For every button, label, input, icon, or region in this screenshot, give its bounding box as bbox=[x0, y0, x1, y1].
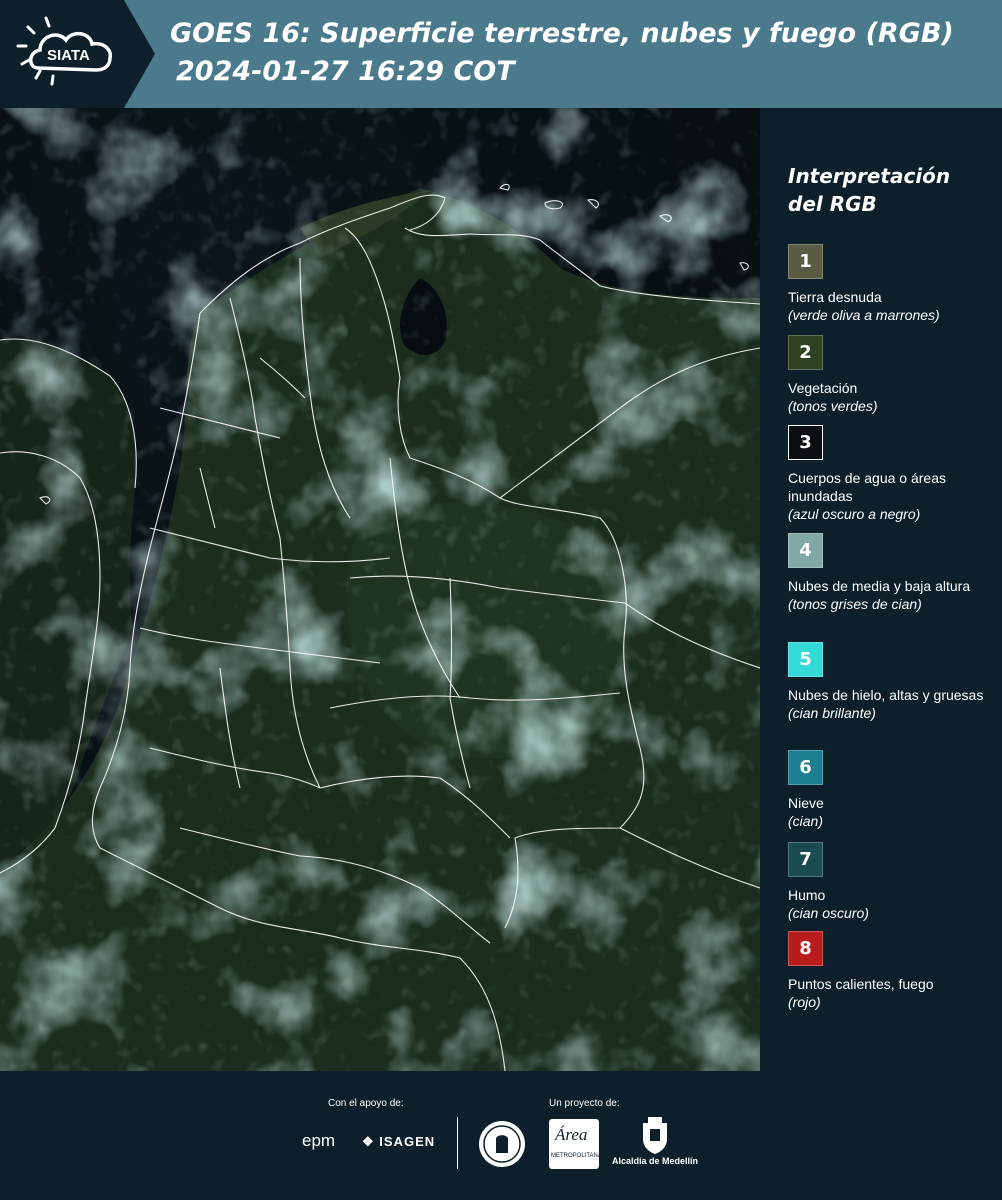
area-metropolitana-logo: Área METROPOLITANA bbox=[549, 1119, 602, 1169]
antioquia-seal-icon bbox=[479, 1121, 525, 1167]
svg-text:SIATA: SIATA bbox=[47, 47, 90, 64]
isagen-label: ISAGEN bbox=[379, 1134, 436, 1149]
timestamp: 2024-01-27 16:29 COT bbox=[176, 56, 515, 87]
isagen-logo: ❖ ISAGEN bbox=[362, 1134, 435, 1150]
epm-logo: epm bbox=[302, 1131, 336, 1150]
legend-swatch: 8 bbox=[788, 931, 823, 966]
legend-item-low-clouds: 4 Nubes de media y baja altura (tonos gr… bbox=[788, 533, 998, 613]
project-label: Un proyecto de: bbox=[549, 1098, 620, 1109]
area-metro-sub: METROPOLITANA bbox=[551, 1153, 602, 1159]
legend-label: Nubes de hielo, altas y gruesas bbox=[788, 687, 984, 703]
legend-item-vegetation: 2 Vegetación (tonos verdes) bbox=[788, 335, 998, 415]
legend-label: Puntos calientes, fuego bbox=[788, 976, 934, 992]
legend-desc: (azul oscuro a negro) bbox=[788, 506, 921, 522]
legend-title: Interpretación del RGB bbox=[788, 164, 951, 216]
legend-desc: (cian oscuro) bbox=[788, 905, 869, 921]
legend-desc: (tonos grises de cian) bbox=[788, 596, 922, 612]
legend-item-ice-clouds: 5 Nubes de hielo, altas y gruesas (cian … bbox=[788, 642, 998, 722]
legend-label: Cuerpos de agua o áreas inundadas bbox=[788, 470, 946, 504]
area-metro-label: Área bbox=[555, 1125, 588, 1144]
legend-desc: (verde oliva a marrones) bbox=[788, 307, 940, 323]
legend-swatch: 5 bbox=[788, 642, 823, 677]
support-label: Con el apoyo de: bbox=[328, 1098, 404, 1109]
sun-cloud-icon: SIATA bbox=[0, 0, 155, 108]
legend-label: Nieve bbox=[788, 795, 824, 811]
legend-swatch: 7 bbox=[788, 842, 823, 877]
legend-panel: Interpretación del RGB 1 Tierra desnuda … bbox=[762, 108, 1002, 1071]
header: SIATA GOES 16: Superficie terrestre, nub… bbox=[0, 0, 1002, 108]
legend-swatch: 3 bbox=[788, 425, 823, 460]
isagen-icon: ❖ bbox=[362, 1134, 375, 1149]
alcaldia-label: Alcaldía de Medellín bbox=[612, 1156, 699, 1166]
legend-swatch: 6 bbox=[788, 750, 823, 785]
legend-label: Nubes de media y baja altura bbox=[788, 578, 971, 594]
legend-label: Tierra desnuda bbox=[788, 289, 882, 305]
legend-swatch: 2 bbox=[788, 335, 823, 370]
legend-swatch: 1 bbox=[788, 244, 823, 279]
legend-desc: (tonos verdes) bbox=[788, 398, 878, 414]
legend-item-snow: 6 Nieve (cian) bbox=[788, 750, 998, 830]
legend-desc: (rojo) bbox=[788, 994, 821, 1010]
legend-item-bare-land: 1 Tierra desnuda (verde oliva a marrones… bbox=[788, 244, 998, 324]
legend-swatch: 4 bbox=[788, 533, 823, 568]
satellite-map bbox=[0, 108, 760, 1071]
legend-label: Vegetación bbox=[788, 380, 858, 396]
legend-label: Humo bbox=[788, 887, 826, 903]
rgb-satellite-image bbox=[0, 108, 760, 1071]
alcaldia-crest-icon bbox=[643, 1117, 667, 1154]
legend-item-fire: 8 Puntos calientes, fuego (rojo) bbox=[788, 931, 998, 1011]
legend-desc: (cian brillante) bbox=[788, 705, 876, 721]
legend-item-water: 3 Cuerpos de agua o áreas inundadas (azu… bbox=[788, 425, 998, 523]
siata-logo: SIATA bbox=[0, 0, 155, 108]
footer: Con el apoyo de: Un proyecto de: epm ❖ I… bbox=[0, 1071, 1002, 1200]
legend-desc: (cian) bbox=[788, 813, 824, 829]
legend-item-smoke: 7 Humo (cian oscuro) bbox=[788, 842, 998, 922]
page-title: GOES 16: Superficie terrestre, nubes y f… bbox=[170, 18, 954, 49]
footer-divider bbox=[457, 1117, 458, 1169]
